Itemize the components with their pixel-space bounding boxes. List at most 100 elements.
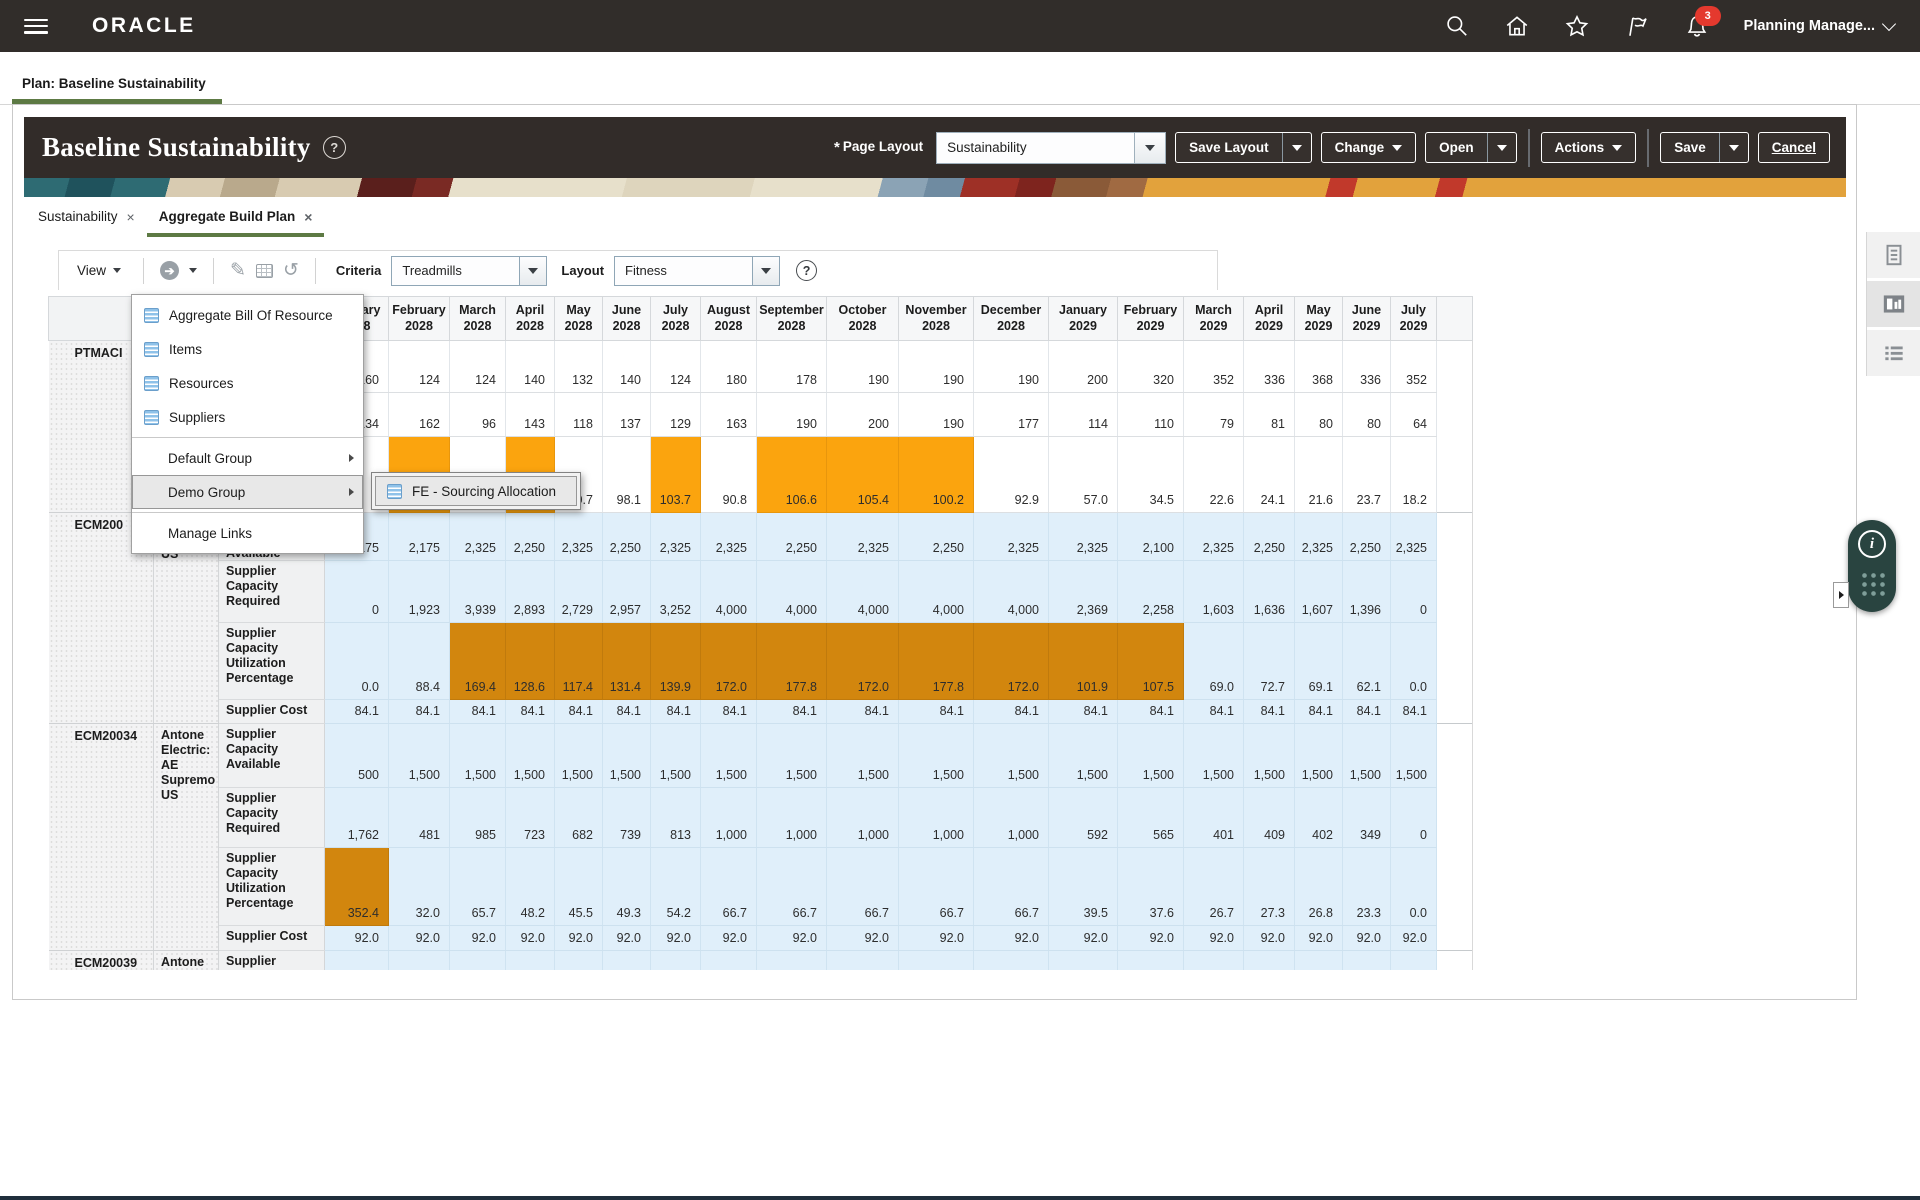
value-cell[interactable]: 162 [389,393,450,437]
value-cell[interactable]: 66.7 [757,848,827,926]
flag-watchlist-icon[interactable] [1624,13,1650,39]
value-cell[interactable]: 178 [757,341,827,393]
value-cell[interactable]: 1,396 [1343,561,1391,623]
value-cell[interactable]: 500 [325,724,389,788]
value-cell[interactable]: 336 [1244,341,1295,393]
value-cell[interactable]: 4,000 [974,561,1049,623]
value-cell[interactable]: 124 [450,341,506,393]
value-cell[interactable]: 143 [506,393,555,437]
value-cell[interactable]: 1,500 [974,724,1049,788]
value-cell[interactable]: 349 [1343,788,1391,848]
value-cell[interactable] [603,951,651,970]
value-cell[interactable]: 1,000 [827,788,899,848]
value-cell[interactable]: 26.7 [1184,848,1244,926]
value-cell[interactable] [1391,951,1437,970]
value-cell[interactable]: 2,325 [1184,513,1244,561]
layout-value[interactable]: Fitness [614,256,752,286]
value-cell[interactable]: 2,250 [603,513,651,561]
favorites-star-icon[interactable] [1564,13,1590,39]
value-cell[interactable]: 132 [555,341,603,393]
value-cell[interactable]: 1,500 [389,724,450,788]
value-cell[interactable]: 0 [325,561,389,623]
value-cell[interactable]: 2,100 [1118,513,1184,561]
value-cell[interactable]: 1,000 [974,788,1049,848]
value-cell[interactable]: 69.0 [1184,623,1244,700]
value-cell[interactable]: 813 [651,788,701,848]
value-cell[interactable]: 84.1 [1391,700,1437,724]
value-cell[interactable]: 24.1 [1244,437,1295,513]
value-cell[interactable]: 92.0 [1343,926,1391,951]
value-cell[interactable]: 177.8 [899,623,974,700]
value-cell[interactable]: 39.5 [1049,848,1118,926]
value-cell[interactable]: 2,369 [1049,561,1118,623]
value-cell[interactable]: 84.1 [701,700,757,724]
value-cell[interactable]: 1,500 [701,724,757,788]
toolbar-help-icon[interactable]: ? [796,260,817,281]
value-cell[interactable]: 92.0 [827,926,899,951]
value-cell[interactable]: 368 [1295,341,1343,393]
value-cell[interactable]: 92.9 [974,437,1049,513]
value-cell[interactable] [325,951,389,970]
value-cell[interactable]: 21.6 [1295,437,1343,513]
menu-item-suppliers[interactable]: Suppliers [132,400,363,434]
value-cell[interactable]: 92.0 [899,926,974,951]
value-cell[interactable]: 66.7 [899,848,974,926]
value-cell[interactable] [974,951,1049,970]
value-cell[interactable] [555,951,603,970]
value-cell[interactable]: 409 [1244,788,1295,848]
title-help-icon[interactable]: ? [323,136,346,159]
value-cell[interactable]: 92.0 [325,926,389,951]
value-cell[interactable]: 2,325 [555,513,603,561]
value-cell[interactable]: 64 [1391,393,1437,437]
value-cell[interactable]: 0 [1391,788,1437,848]
value-cell[interactable]: 0 [1391,561,1437,623]
value-cell[interactable] [506,951,555,970]
value-cell[interactable]: 2,325 [1049,513,1118,561]
value-cell[interactable]: 69.1 [1295,623,1343,700]
value-cell[interactable]: 45.5 [555,848,603,926]
value-cell[interactable]: 92.0 [757,926,827,951]
user-menu[interactable]: Planning Manage... [1744,18,1894,34]
value-cell[interactable]: 100.2 [899,437,974,513]
value-cell[interactable]: 2,250 [899,513,974,561]
value-cell[interactable]: 190 [827,341,899,393]
layout-select[interactable]: Fitness [614,256,780,286]
value-cell[interactable]: 92.0 [974,926,1049,951]
value-cell[interactable]: 84.1 [974,700,1049,724]
value-cell[interactable]: 2,258 [1118,561,1184,623]
actions-button[interactable]: Actions [1541,132,1637,163]
document-panel-icon[interactable] [1867,232,1920,278]
plan-page-tab[interactable]: Plan: Baseline Sustainability [22,76,206,91]
value-cell[interactable]: 101.9 [1049,623,1118,700]
value-cell[interactable]: 79 [1184,393,1244,437]
close-tab-icon[interactable]: × [127,210,135,224]
value-cell[interactable]: 54.2 [651,848,701,926]
value-cell[interactable]: 49.3 [603,848,651,926]
value-cell[interactable]: 1,603 [1184,561,1244,623]
value-cell[interactable]: 92.0 [1295,926,1343,951]
value-cell[interactable]: 172.0 [701,623,757,700]
value-cell[interactable]: 320 [1118,341,1184,393]
value-cell[interactable]: 2,175 [389,513,450,561]
save-layout-dropdown-icon[interactable] [1282,133,1311,162]
value-cell[interactable]: 92.0 [651,926,701,951]
value-cell[interactable]: 110 [1118,393,1184,437]
page-layout-dropdown-icon[interactable] [1134,132,1166,164]
value-cell[interactable]: 1,500 [899,724,974,788]
page-layout-select[interactable]: Sustainability [936,132,1166,164]
value-cell[interactable]: 190 [899,393,974,437]
value-cell[interactable]: 84.1 [1184,700,1244,724]
value-cell[interactable]: 118 [555,393,603,437]
value-cell[interactable]: 48.2 [506,848,555,926]
value-cell[interactable]: 80 [1343,393,1391,437]
value-cell[interactable] [1118,951,1184,970]
value-cell[interactable]: 190 [974,341,1049,393]
value-cell[interactable]: 18.2 [1391,437,1437,513]
value-cell[interactable]: 2,325 [450,513,506,561]
value-cell[interactable]: 2,325 [701,513,757,561]
layout-dropdown-icon[interactable] [752,256,780,286]
value-cell[interactable]: 402 [1295,788,1343,848]
value-cell[interactable]: 336 [1343,341,1391,393]
value-cell[interactable]: 2,325 [1295,513,1343,561]
value-cell[interactable]: 352 [1184,341,1244,393]
